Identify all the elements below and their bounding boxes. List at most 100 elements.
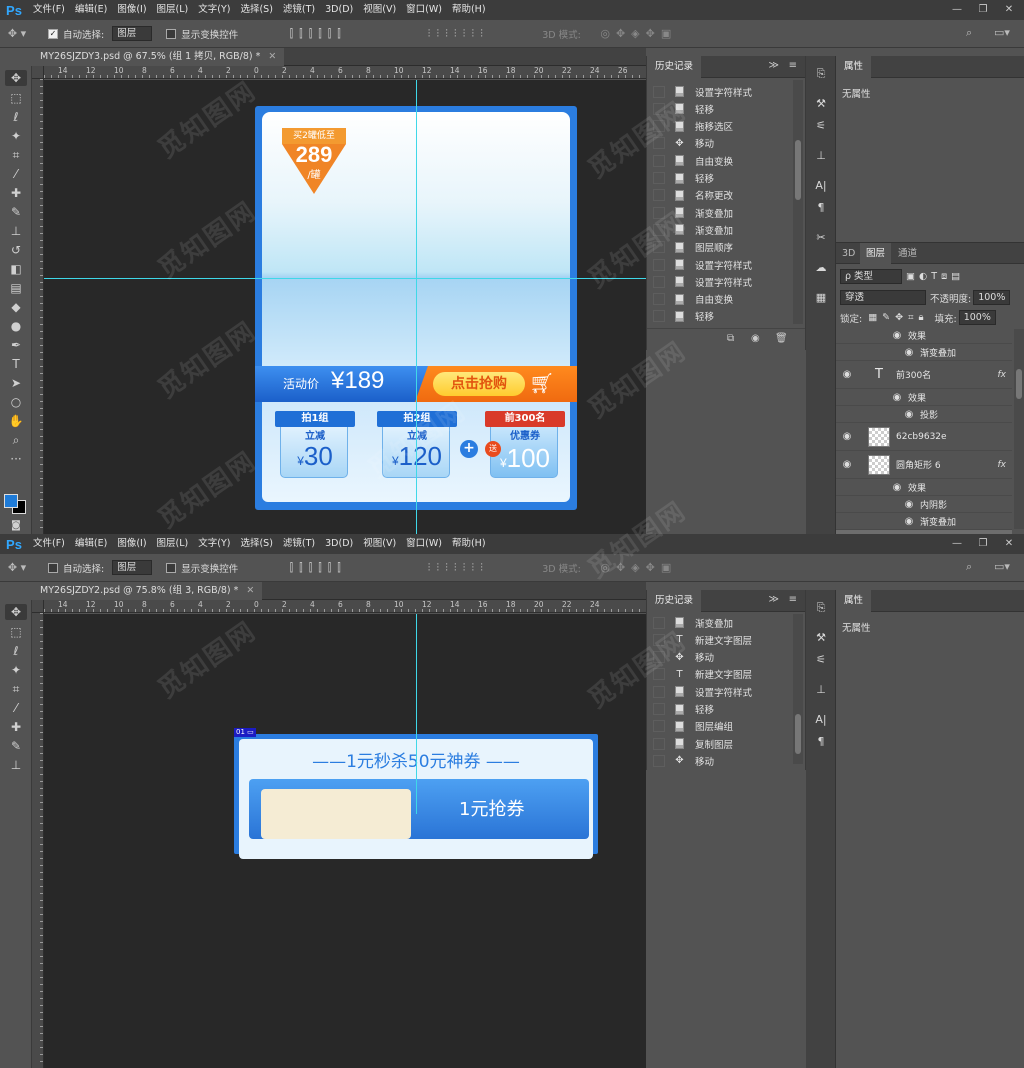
- move-tool-preset-icon[interactable]: ✥ ▾: [0, 27, 34, 40]
- document-tab[interactable]: MY26SJZDY2.psd @ 75.8% (组 3, RGB/8) * ✕: [32, 582, 263, 600]
- history-snapshot-box[interactable]: [653, 651, 665, 664]
- history-item[interactable]: 图层编组: [647, 718, 793, 735]
- opacity-input[interactable]: 100%: [973, 290, 1011, 305]
- clone-source-icon[interactable]: ⊥: [813, 148, 829, 164]
- history-snapshot-box[interactable]: [653, 85, 665, 98]
- layer-row[interactable]: ◉ 内阴影: [836, 496, 1012, 513]
- tab-properties[interactable]: 属性: [836, 590, 872, 612]
- menu-type[interactable]: 文字(Y): [193, 0, 235, 20]
- history-item[interactable]: 渐变叠加: [647, 204, 793, 221]
- history-snapshot-box[interactable]: [653, 137, 665, 150]
- auto-select-option[interactable]: 自动选择:: [48, 554, 104, 582]
- ellipse-tool-icon[interactable]: ○: [5, 394, 27, 410]
- auto-select-checkbox[interactable]: ✓: [48, 28, 58, 39]
- adjustments-icon[interactable]: ⚟: [813, 118, 829, 134]
- layer-row[interactable]: ◉ 62cb9632e: [836, 423, 1012, 451]
- visibility-icon[interactable]: ◉: [898, 516, 920, 527]
- restore-button[interactable]: ❐: [970, 534, 996, 554]
- panel-menu-icon[interactable]: ≡: [789, 594, 797, 605]
- 3d-mode-icons[interactable]: ◎✥◈✥▣: [589, 27, 689, 40]
- 3d-mode-icons[interactable]: ◎✥◈✥▣: [589, 561, 689, 574]
- history-item[interactable]: T 新建文字图层: [647, 631, 793, 648]
- panel-menu-icon[interactable]: ≡: [789, 60, 797, 71]
- history-item[interactable]: ✥ 移动: [647, 649, 793, 666]
- auto-select-dropdown[interactable]: 图层: [112, 26, 153, 41]
- snapshot-icon[interactable]: ◉: [751, 333, 760, 344]
- brush-tool-icon[interactable]: ✎: [5, 738, 27, 754]
- new-doc-from-state-icon[interactable]: ⧉: [727, 333, 734, 344]
- menu-image[interactable]: 图像(I): [112, 534, 151, 554]
- close-tab-icon[interactable]: ✕: [246, 585, 254, 596]
- workspace-icon[interactable]: ▭▾: [994, 26, 1010, 39]
- path-select-icon[interactable]: ➤: [5, 375, 27, 391]
- history-snapshot-box[interactable]: [653, 310, 665, 323]
- history-scrollbar[interactable]: [793, 80, 803, 324]
- layers-scrollbar[interactable]: [1014, 329, 1024, 529]
- history-item[interactable]: 设置字符样式: [647, 256, 793, 273]
- tab-3d[interactable]: 3D: [836, 243, 861, 264]
- menu-3d[interactable]: 3D(D): [320, 534, 358, 554]
- history-snapshot-box[interactable]: [653, 189, 665, 202]
- character-icon[interactable]: A|: [813, 712, 829, 728]
- move-tool-preset-icon[interactable]: ✥ ▾: [0, 561, 34, 574]
- tab-properties[interactable]: 属性: [836, 56, 872, 78]
- menu-filter[interactable]: 滤镜(T): [278, 534, 320, 554]
- history-item[interactable]: 轻移: [647, 701, 793, 718]
- quick-mask-icon[interactable]: ◙: [5, 518, 27, 534]
- menu-view[interactable]: 视图(V): [358, 0, 401, 20]
- history-item[interactable]: 自由变换: [647, 291, 793, 308]
- workspace-icon[interactable]: ▭▾: [994, 560, 1010, 573]
- history-item[interactable]: 复制图层: [647, 735, 793, 752]
- layer-row[interactable]: ◉ 效果: [836, 479, 1012, 496]
- history-item[interactable]: 设置字符样式: [647, 273, 793, 290]
- history-scrollbar[interactable]: [793, 614, 803, 764]
- menu-file[interactable]: 文件(F): [28, 0, 70, 20]
- layer-row[interactable]: ◉ 投影: [836, 406, 1012, 423]
- paragraph-icon[interactable]: ¶: [813, 734, 829, 750]
- menu-select[interactable]: 选择(S): [235, 534, 277, 554]
- layer-row[interactable]: ◉ 效果: [836, 327, 1012, 344]
- history-item[interactable]: 自由变换: [647, 152, 793, 169]
- menu-select[interactable]: 选择(S): [235, 0, 277, 20]
- layer-filter-dropdown[interactable]: ρ 类型: [840, 269, 902, 284]
- search-icon[interactable]: ⌕: [966, 560, 972, 574]
- menu-help[interactable]: 帮助(H): [447, 534, 491, 554]
- tab-layers[interactable]: 图层: [860, 243, 892, 264]
- history-snapshot-box[interactable]: [653, 616, 665, 629]
- move-tool-icon[interactable]: ✥: [5, 604, 27, 620]
- fx-icon[interactable]: fx: [998, 370, 1007, 380]
- history-item[interactable]: 图层顺序: [647, 239, 793, 256]
- dodge-tool-icon[interactable]: ●: [5, 318, 27, 334]
- distribute-icons[interactable]: ⫶⫶⫶⫶⫶⫶⫶: [388, 561, 528, 575]
- trash-icon[interactable]: 🗑︎: [775, 333, 788, 344]
- minimize-button[interactable]: —: [944, 0, 970, 20]
- more-tools-icon[interactable]: ···: [5, 451, 27, 467]
- menu-edit[interactable]: 编辑(E): [70, 534, 112, 554]
- show-transform-checkbox[interactable]: [166, 28, 177, 39]
- history-item[interactable]: ✥ 移动: [647, 752, 793, 769]
- show-transform-option[interactable]: 显示变换控件: [166, 20, 238, 48]
- history-item[interactable]: 轻移: [647, 308, 793, 325]
- visibility-icon[interactable]: ◉: [836, 369, 858, 380]
- layer-row[interactable]: ◉ T 前300名 fx: [836, 361, 1012, 389]
- menu-image[interactable]: 图像(I): [112, 0, 151, 20]
- magic-wand-icon[interactable]: ✦: [5, 662, 27, 678]
- visibility-icon[interactable]: ◉: [898, 347, 920, 358]
- history-item[interactable]: 轻移: [647, 170, 793, 187]
- menu-edit[interactable]: 编辑(E): [70, 0, 112, 20]
- marquee-tool-icon[interactable]: ⬚: [5, 90, 27, 106]
- history-snapshot-box[interactable]: [653, 293, 665, 306]
- healing-brush-icon[interactable]: ✚: [5, 719, 27, 735]
- character-icon[interactable]: A|: [813, 178, 829, 194]
- history-item[interactable]: 设置字符样式: [647, 683, 793, 700]
- swatches-icon[interactable]: ▦: [813, 290, 829, 306]
- healing-brush-icon[interactable]: ✚: [5, 185, 27, 201]
- crop-tool-icon[interactable]: ⌗: [5, 681, 27, 697]
- panel-collapse-icon[interactable]: ≫: [769, 60, 779, 71]
- show-transform-checkbox[interactable]: [166, 562, 177, 573]
- move-tool-icon[interactable]: ✥: [5, 70, 27, 86]
- clone-stamp-icon[interactable]: ⊥: [5, 757, 27, 773]
- eraser-icon[interactable]: ◧: [5, 261, 27, 277]
- fx-icon[interactable]: fx: [998, 460, 1007, 470]
- menu-window[interactable]: 窗口(W): [401, 534, 447, 554]
